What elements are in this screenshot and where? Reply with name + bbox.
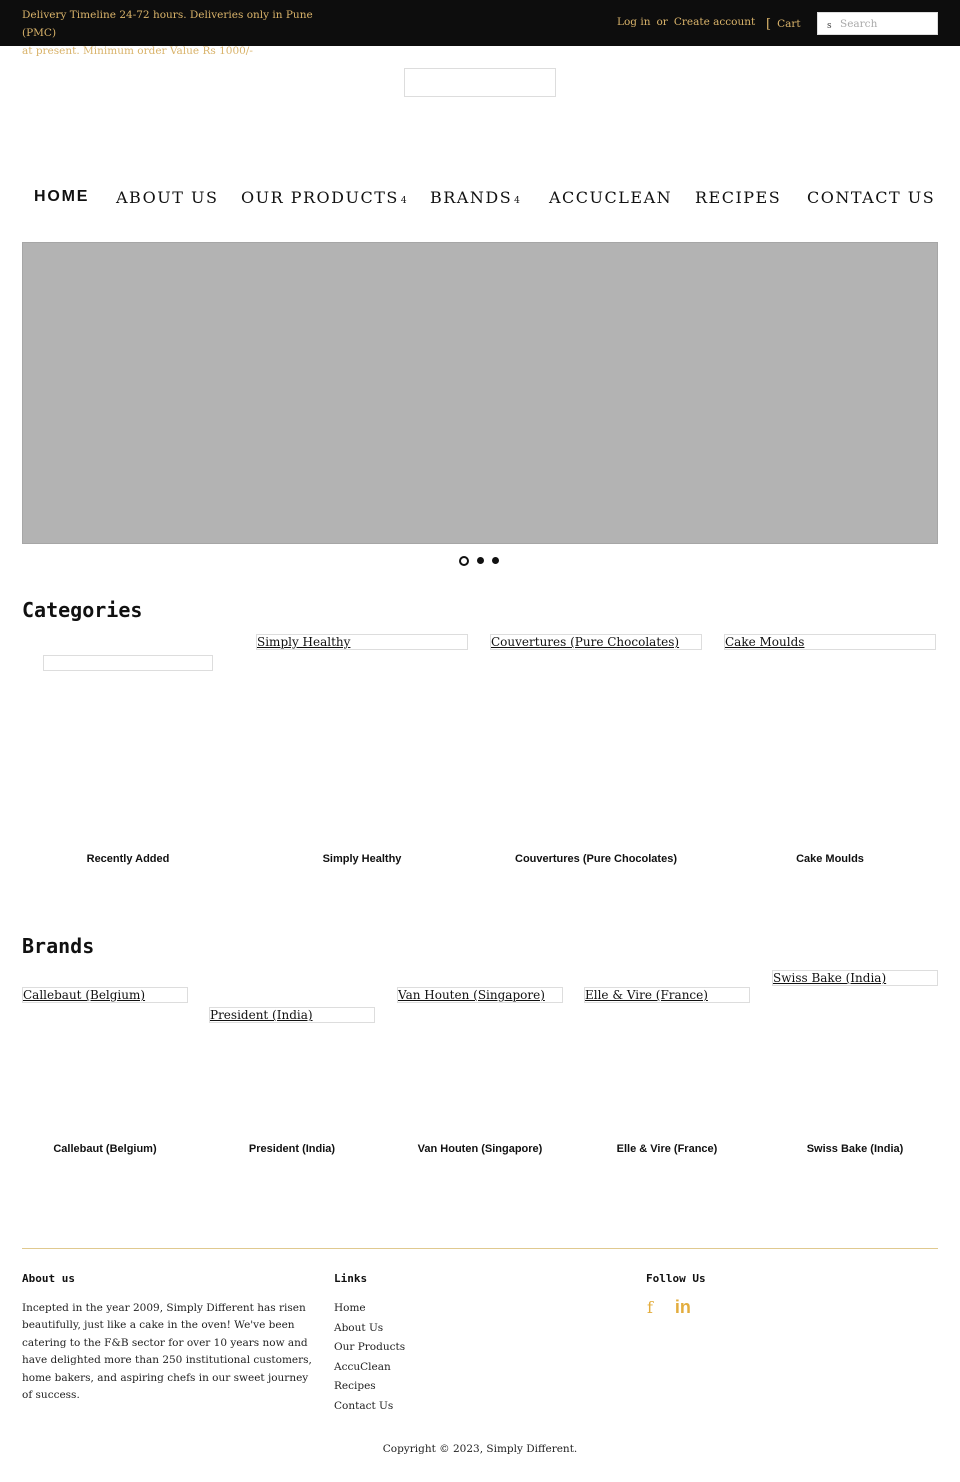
nav-item-accuclean[interactable]: ACCUCLEAN	[549, 188, 672, 207]
cart-label: Cart	[777, 18, 801, 30]
site-logo[interactable]	[404, 68, 556, 97]
category-image-simply-healthy[interactable]: Simply Healthy	[256, 634, 468, 650]
footer-link-recipes[interactable]: Recipes	[334, 1380, 376, 1392]
brand-image-elle-vire[interactable]: Elle & Vire (France)	[584, 987, 750, 1003]
brand-caption-swiss-bake[interactable]: Swiss Bake (India)	[772, 1143, 938, 1155]
slider-dot-1[interactable]	[459, 556, 469, 566]
create-account-link[interactable]: Create account	[674, 16, 755, 28]
brand-image-callebaut[interactable]: Callebaut (Belgium)	[22, 987, 188, 1003]
category-image-cake-moulds[interactable]: Cake Moulds	[724, 634, 936, 650]
brands-title: Brands	[22, 934, 95, 958]
nav-label: ABOUT US	[116, 188, 219, 207]
brand-caption-elle-vire[interactable]: Elle & Vire (France)	[584, 1143, 750, 1155]
cart-link[interactable]: [ Cart	[766, 16, 801, 32]
delivery-announcement: Delivery Timeline 24-72 hours. Deliverie…	[22, 6, 342, 60]
footer-links-list: Home About Us Our Products AccuClean Rec…	[334, 1299, 405, 1416]
announcement-bar: Delivery Timeline 24-72 hours. Deliverie…	[0, 0, 960, 57]
main-nav: HOME ABOUT US OUR PRODUCTS 4 BRANDS 4 ACCU…	[0, 188, 960, 218]
footer-about-title: About us	[22, 1272, 75, 1285]
footer-link-our-products[interactable]: Our Products	[334, 1341, 405, 1353]
footer-about-text: Incepted in the year 2009, Simply Differ…	[22, 1302, 312, 1402]
account-links: Log in or Create account	[617, 16, 755, 28]
nav-label: CONTACT US	[807, 188, 936, 207]
nav-label: ACCUCLEAN	[549, 188, 673, 207]
nav-label: HOME	[34, 188, 90, 205]
category-caption-cake-moulds[interactable]: Cake Moulds	[724, 853, 936, 865]
slider-pagination	[459, 556, 509, 566]
slider-dot-3[interactable]	[492, 557, 499, 564]
footer-follow-title: Follow Us	[646, 1272, 706, 1285]
category-caption-simply-healthy[interactable]: Simply Healthy	[256, 853, 468, 865]
category-caption-recently-added[interactable]: Recently Added	[22, 853, 234, 865]
or-separator: or	[656, 16, 668, 28]
brand-image-swiss-bake[interactable]: Swiss Bake (India)	[772, 970, 938, 986]
nav-label: BRANDS	[430, 188, 513, 207]
footer-links-title: Links	[334, 1272, 368, 1285]
cart-icon: [	[766, 17, 772, 32]
nav-item-about-us[interactable]: ABOUT US	[116, 188, 218, 207]
dropdown-caret-icon: 4	[514, 196, 520, 206]
footer-follow: Follow Us f in	[646, 1272, 706, 1318]
footer-links: Links Home About Us Our Products AccuCle…	[334, 1272, 405, 1416]
brand-image-president[interactable]: President (India)	[209, 1007, 375, 1023]
hero-slider[interactable]	[22, 242, 938, 544]
nav-label: RECIPES	[695, 188, 782, 207]
slider-dot-2[interactable]	[477, 557, 484, 564]
nav-item-contact-us[interactable]: CONTACT US	[807, 188, 935, 207]
category-caption-couvertures[interactable]: Couvertures (Pure Chocolates)	[490, 853, 702, 865]
brand-image-van-houten[interactable]: Van Houten (Singapore)	[397, 987, 563, 1003]
search-input[interactable]	[840, 15, 935, 33]
footer-divider	[22, 1248, 938, 1249]
category-image-recently-added[interactable]	[43, 655, 213, 671]
nav-item-brands[interactable]: BRANDS 4	[430, 188, 520, 207]
footer-about: About us Incepted in the year 2009, Simp…	[22, 1272, 317, 1404]
announcement-line-2: at present. Minimum order Value Rs 1000/…	[22, 45, 253, 57]
nav-item-recipes[interactable]: RECIPES	[695, 188, 781, 207]
footer-link-home[interactable]: Home	[334, 1302, 366, 1314]
footer-link-about-us[interactable]: About Us	[334, 1322, 383, 1334]
nav-item-our-products[interactable]: OUR PRODUCTS 4	[241, 188, 407, 207]
brand-caption-president[interactable]: President (India)	[209, 1143, 375, 1155]
social-links: f in	[646, 1297, 706, 1318]
search-box: s	[817, 12, 938, 35]
announcement-line-1: Delivery Timeline 24-72 hours. Deliverie…	[22, 9, 313, 39]
login-link[interactable]: Log in	[617, 16, 650, 28]
brand-caption-callebaut[interactable]: Callebaut (Belgium)	[22, 1143, 188, 1155]
copyright: Copyright © 2023, Simply Different.	[382, 1443, 578, 1455]
nav-label: OUR PRODUCTS	[241, 188, 399, 207]
linkedin-icon[interactable]: in	[675, 1297, 691, 1318]
nav-item-home[interactable]: HOME	[34, 188, 89, 206]
search-icon[interactable]: s	[827, 21, 832, 31]
footer-link-accuclean[interactable]: AccuClean	[334, 1361, 391, 1373]
facebook-icon[interactable]: f	[647, 1298, 653, 1317]
categories-title: Categories	[22, 598, 143, 622]
brand-caption-van-houten[interactable]: Van Houten (Singapore)	[397, 1143, 563, 1155]
dropdown-caret-icon: 4	[400, 196, 407, 206]
footer-link-contact-us[interactable]: Contact Us	[334, 1400, 393, 1412]
category-image-couvertures[interactable]: Couvertures (Pure Chocolates)	[490, 634, 702, 650]
